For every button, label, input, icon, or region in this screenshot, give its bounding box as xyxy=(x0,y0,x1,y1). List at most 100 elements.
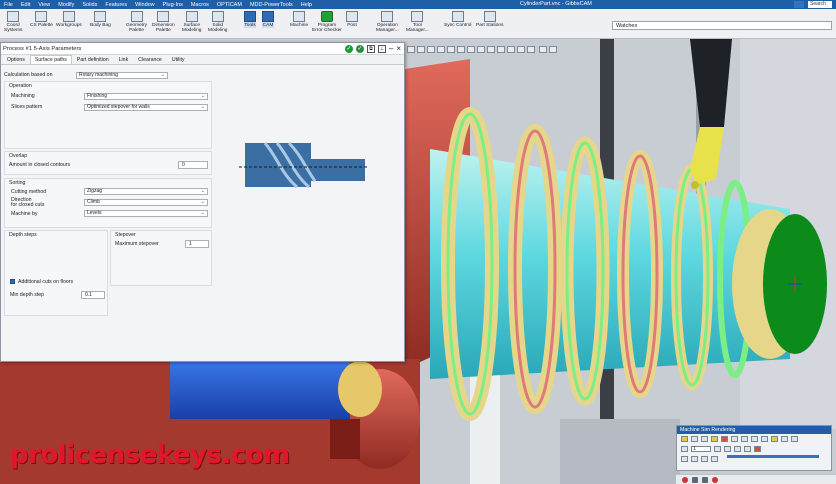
view-tool-icon[interactable] xyxy=(497,46,505,53)
tab-surface-paths[interactable]: Surface paths xyxy=(29,55,72,64)
additional-cuts-checkbox[interactable] xyxy=(10,279,15,284)
cam-button[interactable]: CAM xyxy=(262,11,274,28)
sim-play-icon[interactable] xyxy=(681,446,688,452)
machine-button[interactable]: Machine xyxy=(290,11,308,28)
tab-utility[interactable]: Utility xyxy=(167,55,190,64)
status-icon[interactable] xyxy=(692,477,698,483)
surface-modeling-button[interactable]: Surface Modeling xyxy=(182,11,201,33)
menu-edit[interactable]: Edit xyxy=(17,2,34,8)
view-tool-icon[interactable] xyxy=(447,46,455,53)
tab-link[interactable]: Link xyxy=(114,55,134,64)
sim-tool-icon[interactable] xyxy=(681,456,688,462)
cs-palette-button[interactable]: CS Palette xyxy=(30,11,53,28)
amount-closed-contours-input[interactable]: 0 xyxy=(178,161,208,169)
menu-mdd-powertools[interactable]: MDD-PowerTools xyxy=(246,2,297,8)
tools-button[interactable]: Tools xyxy=(244,11,256,28)
sim-tool-icon[interactable] xyxy=(681,436,688,442)
tab-options[interactable]: Options xyxy=(2,55,30,64)
direction-select[interactable]: Climb ⌄ xyxy=(84,199,208,206)
sim-tool-icon[interactable] xyxy=(711,456,718,462)
ok-button[interactable]: ✓ xyxy=(344,45,353,53)
body-bag-button[interactable]: Body Bag xyxy=(90,11,111,28)
view-tool-icon[interactable] xyxy=(477,46,485,53)
view-tool-icon[interactable] xyxy=(487,46,495,53)
tab-part-definition[interactable]: Part definition xyxy=(72,55,114,64)
watches-field[interactable]: Watches xyxy=(612,21,832,30)
calculation-based-on-select[interactable]: Rotary machining ⌄ xyxy=(76,72,168,79)
menu-solids[interactable]: Solids xyxy=(78,2,101,8)
machine-sim-panel: Machine Sim Rendering 1 xyxy=(676,425,832,471)
program-error-checker-button[interactable]: Program Error Checker xyxy=(312,11,342,33)
machining-select[interactable]: Finishing ⌄ xyxy=(84,93,208,100)
part-stations-button[interactable]: Part Stations xyxy=(476,11,503,28)
menu-modify[interactable]: Modify xyxy=(54,2,78,8)
sim-tool-icon[interactable] xyxy=(714,446,721,452)
sim-stop-icon[interactable] xyxy=(754,446,761,452)
sim-tool-icon[interactable] xyxy=(701,456,708,462)
sim-tool-icon[interactable] xyxy=(741,436,748,442)
view-tool-icon[interactable] xyxy=(437,46,445,53)
close-icon[interactable]: × xyxy=(396,45,401,53)
menu-features[interactable]: Features xyxy=(101,2,131,8)
menu-file[interactable]: File xyxy=(0,2,17,8)
minimize-icon[interactable]: – xyxy=(389,45,393,53)
view-tool-icon[interactable] xyxy=(427,46,435,53)
sim-tool-icon[interactable] xyxy=(721,436,728,442)
menu-opticam[interactable]: OPTICAM xyxy=(213,2,246,8)
sim-step-input[interactable]: 1 xyxy=(691,446,711,452)
coord-systems-button[interactable]: Coord Systems xyxy=(4,11,22,33)
view-tool-icon[interactable] xyxy=(457,46,465,53)
sync-control-button[interactable]: Sync Control xyxy=(444,11,471,28)
operation-manager-label: Operation Manager... xyxy=(376,23,399,33)
apply-button[interactable]: ✓ xyxy=(355,45,364,53)
sim-tool-icon[interactable] xyxy=(761,436,768,442)
cutting-method-select[interactable]: Zigzag ⌄ xyxy=(84,188,208,195)
status-error-icon[interactable] xyxy=(682,477,688,483)
sim-tool-icon[interactable] xyxy=(691,456,698,462)
sim-tool-icon[interactable] xyxy=(731,436,738,442)
dialog-tabs: Options Surface paths Part definition Li… xyxy=(1,55,404,65)
view-tool-icon[interactable] xyxy=(507,46,515,53)
status-icon[interactable] xyxy=(702,477,708,483)
sim-tool-icon[interactable] xyxy=(724,446,731,452)
header-icon[interactable] xyxy=(794,1,804,8)
view-tool-icon[interactable] xyxy=(417,46,425,53)
sim-tool-icon[interactable] xyxy=(691,436,698,442)
sim-tool-icon[interactable] xyxy=(771,436,778,442)
machine-by-select[interactable]: Levels ⌄ xyxy=(84,210,208,217)
pin-icon[interactable]: ⊥ xyxy=(377,45,386,53)
menu-plug-ins[interactable]: Plug-Ins xyxy=(159,2,187,8)
sim-tool-icon[interactable] xyxy=(751,436,758,442)
min-depth-step-input[interactable]: 0.1 xyxy=(81,291,105,299)
view-tool-icon[interactable] xyxy=(467,46,475,53)
workgroups-button[interactable]: Workgroups xyxy=(56,11,82,28)
dimension-palette-button[interactable]: Dimension Palette xyxy=(152,11,175,33)
post-button[interactable]: Post xyxy=(346,11,358,28)
view-tool-icon[interactable] xyxy=(517,46,525,53)
operation-manager-button[interactable]: Operation Manager... xyxy=(376,11,399,33)
view-tool-icon[interactable] xyxy=(527,46,535,53)
status-record-icon[interactable] xyxy=(712,477,718,483)
view-tool-icon[interactable] xyxy=(407,46,415,53)
fit-view-icon[interactable] xyxy=(539,46,547,53)
slices-pattern-select[interactable]: Optimized stepover for walls ⌄ xyxy=(84,104,208,111)
sim-tool-icon[interactable] xyxy=(701,436,708,442)
sim-tool-icon[interactable] xyxy=(781,436,788,442)
tab-clearance[interactable]: Clearance xyxy=(133,55,167,64)
menu-macros[interactable]: Macros xyxy=(187,2,213,8)
geometry-palette-button[interactable]: Geometry Palette xyxy=(126,11,147,33)
sim-tool-icon[interactable] xyxy=(734,446,741,452)
menu-help[interactable]: Help xyxy=(297,2,316,8)
help-icon[interactable] xyxy=(549,46,557,53)
sim-tool-icon[interactable] xyxy=(744,446,751,452)
maximum-stepover-input[interactable]: 1 xyxy=(185,240,209,248)
tool-manager-button[interactable]: Tool Manager... xyxy=(406,11,429,33)
sim-speed-slider[interactable] xyxy=(727,455,819,458)
sim-tool-icon[interactable] xyxy=(791,436,798,442)
menu-view[interactable]: View xyxy=(34,2,54,8)
copy-icon[interactable]: ⧉ xyxy=(366,45,375,53)
solid-modeling-button[interactable]: Solid Modeling xyxy=(208,11,227,33)
search-field[interactable]: Search xyxy=(808,1,832,8)
sim-tool-icon[interactable] xyxy=(711,436,718,442)
menu-window[interactable]: Window xyxy=(131,2,159,8)
